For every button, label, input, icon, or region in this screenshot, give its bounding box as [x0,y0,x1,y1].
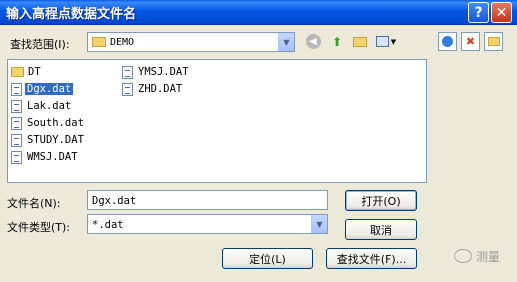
folder-icon [11,67,24,77]
new-folder-icon [353,36,367,47]
lookin-combobox[interactable]: DEMO ▼ [87,32,295,52]
chevron-down-icon: ▼ [316,219,323,229]
file-icon [122,65,133,79]
list-item[interactable]: South.dat [11,116,86,130]
views-menu-icon [375,36,389,47]
filename-value: Dgx.dat [92,195,137,207]
locate-button-label: 定位(L) [249,252,286,266]
list-item[interactable]: WMSJ.DAT [11,150,80,164]
delete-icon: ✖ [465,35,476,48]
search-web-button[interactable] [438,32,457,51]
file-name: STUDY.DAT [27,134,84,146]
find-file-button[interactable]: 查找文件(F)... [326,248,417,269]
create-folder-icon [487,37,500,46]
open-file-dialog: 输入高程点数据文件名 ? ✕ 查找范围(I): DEMO ▼ ◀ ⬆ ▼ ✖ D… [0,0,517,282]
list-item[interactable]: ZHD.DAT [122,82,184,96]
close-button[interactable]: ✕ [491,2,512,23]
file-list[interactable]: DT Dgx.dat Lak.dat South.dat STUDY.DAT W… [7,59,427,183]
create-folder-button[interactable] [484,32,503,51]
window-title: 输入高程点数据文件名 [6,7,137,22]
find-file-button-label: 查找文件(F)... [336,252,407,266]
open-button-label: 打开(O) [361,194,401,208]
file-name: WMSJ.DAT [27,151,78,163]
wechat-icon [454,249,472,263]
file-icon [11,150,22,164]
filetype-value: *.dat [92,219,124,231]
file-icon [11,116,22,130]
back-button[interactable]: ◀ [304,33,322,50]
lookin-dropdown-button[interactable]: ▼ [278,33,294,51]
lookin-label: 查找范围(I): [10,38,70,51]
file-name: ZHD.DAT [138,83,183,95]
help-icon: ? [474,4,483,21]
views-menu-button[interactable]: ▼ [373,33,399,50]
list-item[interactable]: Lak.dat [11,99,73,113]
list-item[interactable]: STUDY.DAT [11,133,86,147]
file-icon [122,82,133,96]
list-item[interactable]: Dgx.dat [11,82,74,96]
list-item[interactable]: DT [11,65,43,79]
filetype-combobox[interactable]: *.dat ▼ [87,214,328,234]
cancel-button[interactable]: 取消 [345,219,417,240]
new-folder-button[interactable] [350,33,370,50]
watermark-text: 测量 [476,249,501,264]
title-bar: 输入高程点数据文件名 ? ✕ [0,0,517,25]
delete-button[interactable]: ✖ [461,32,480,51]
filetype-dropdown-button[interactable]: ▼ [311,215,327,233]
up-folder-icon: ⬆ [331,34,343,49]
back-icon: ◀ [305,34,321,49]
help-button[interactable]: ? [468,2,489,23]
filename-label: 文件名(N): [7,197,61,210]
open-button[interactable]: 打开(O) [345,190,417,211]
file-name: DT [28,66,41,78]
cancel-button-label: 取消 [370,223,392,237]
list-item[interactable]: YMSJ.DAT [122,65,191,79]
filename-input[interactable]: Dgx.dat [87,190,328,210]
up-folder-button[interactable]: ⬆ [327,33,347,50]
locate-button[interactable]: 定位(L) [222,248,313,269]
chevron-down-icon: ▼ [390,37,397,46]
file-icon [11,99,22,113]
lookin-value: DEMO [110,37,135,48]
file-name: Dgx.dat [25,83,74,95]
file-name: South.dat [27,117,84,129]
chevron-down-icon: ▼ [283,37,290,47]
folder-icon [92,37,106,47]
search-web-icon [442,36,453,47]
file-icon [11,133,22,147]
watermark: 测量 [454,245,514,267]
file-name: YMSJ.DAT [138,66,189,78]
close-icon: ✕ [495,4,508,21]
file-name: Lak.dat [27,100,72,112]
file-icon [11,82,22,96]
filetype-label: 文件类型(T): [7,221,71,234]
